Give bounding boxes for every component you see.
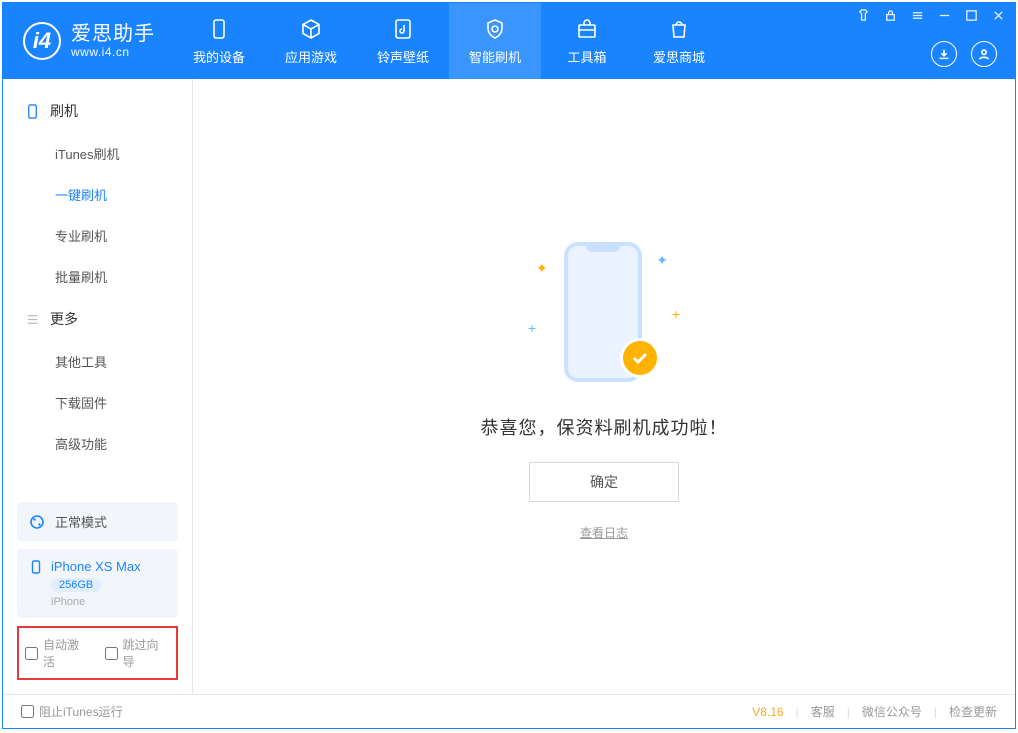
checkbox-auto-activate[interactable]: 自动激活 [25,636,91,670]
menu-icon[interactable] [911,9,924,25]
tab-my-device[interactable]: 我的设备 [173,3,265,79]
cube-icon [299,17,323,41]
device-mode[interactable]: 正常模式 [17,502,178,541]
logo: i4 爱思助手 www.i4.cn [3,3,173,79]
lock-icon[interactable] [884,9,897,25]
separator: | [796,705,799,719]
success-illustration: ✦ ✦ + + [514,232,694,392]
tab-label: 应用游戏 [285,47,337,66]
app-url: www.i4.cn [71,46,155,60]
nav-section-flash: 刷机 [3,89,192,133]
sparkle-icon: + [672,306,680,322]
device-type: iPhone [51,596,85,608]
main-content: ✦ ✦ + + 恭喜您，保资料刷机成功啦！ 确定 查看日志 [193,79,1015,694]
toolbox-icon [575,17,599,41]
customer-service-link[interactable]: 客服 [811,703,835,720]
device-phone-icon [29,560,43,574]
header-actions [931,41,997,67]
main-tabs: 我的设备 应用游戏 铃声壁纸 智能刷机 工具箱 爱思商城 [173,3,725,79]
sidebar-nav: 刷机 iTunes刷机 一键刷机 专业刷机 批量刷机 更多 其他工具 下载固件 … [3,79,192,464]
body: 刷机 iTunes刷机 一键刷机 专业刷机 批量刷机 更多 其他工具 下载固件 … [3,79,1015,694]
tab-toolbox[interactable]: 工具箱 [541,3,633,79]
success-message: 恭喜您，保资料刷机成功啦！ [481,414,728,440]
nav-item-batch-flash[interactable]: 批量刷机 [3,256,192,297]
separator: | [934,705,937,719]
device-name-label: iPhone XS Max [51,559,141,574]
maximize-button[interactable] [965,9,978,25]
tab-smart-flash[interactable]: 智能刷机 [449,3,541,79]
checkbox-label: 阻止iTunes运行 [39,703,123,720]
checkbox-label: 自动激活 [43,636,91,670]
version-label: V8.16 [752,705,783,719]
tab-label: 工具箱 [567,47,606,66]
tab-label: 爱思商城 [653,47,705,66]
shirt-icon[interactable] [857,9,870,25]
tab-store[interactable]: 爱思商城 [633,3,725,79]
mode-icon [29,514,45,530]
sidebar: 刷机 iTunes刷机 一键刷机 专业刷机 批量刷机 更多 其他工具 下载固件 … [3,79,193,694]
close-button[interactable] [992,9,1005,25]
app-window: i4 爱思助手 www.i4.cn 我的设备 应用游戏 铃声壁纸 智能刷机 [2,2,1016,729]
tab-ringtone-wallpaper[interactable]: 铃声壁纸 [357,3,449,79]
device-card[interactable]: iPhone XS Max 256GB iPhone [17,549,178,618]
tab-label: 我的设备 [193,47,245,66]
nav-item-itunes-flash[interactable]: iTunes刷机 [3,133,192,174]
ok-button[interactable]: 确定 [529,462,679,502]
nav-item-oneclick-flash[interactable]: 一键刷机 [3,174,192,215]
tab-apps-games[interactable]: 应用游戏 [265,3,357,79]
nav-item-download-firmware[interactable]: 下载固件 [3,382,192,423]
nav-section-label: 更多 [50,309,78,329]
device-capacity: 256GB [51,578,101,592]
flash-options: 自动激活 跳过向导 [17,626,178,680]
check-update-link[interactable]: 检查更新 [949,703,997,720]
user-button[interactable] [971,41,997,67]
sparkle-icon: + [528,320,536,336]
minimize-button[interactable] [938,9,951,25]
nav-section-more: 更多 [3,297,192,341]
download-button[interactable] [931,41,957,67]
phone-icon [25,104,40,119]
separator: | [847,705,850,719]
bag-icon [667,17,691,41]
logo-icon: i4 [23,22,61,60]
mode-label: 正常模式 [55,512,107,531]
nav-item-pro-flash[interactable]: 专业刷机 [3,215,192,256]
checkbox-block-itunes[interactable]: 阻止iTunes运行 [21,703,123,720]
music-file-icon [391,17,415,41]
nav-item-other-tools[interactable]: 其他工具 [3,341,192,382]
header: i4 爱思助手 www.i4.cn 我的设备 应用游戏 铃声壁纸 智能刷机 [3,3,1015,79]
app-title: 爱思助手 [71,23,155,46]
tab-label: 智能刷机 [469,47,521,66]
refresh-badge-icon [483,17,507,41]
sparkle-icon: ✦ [656,252,668,269]
view-log-link[interactable]: 查看日志 [580,524,628,541]
sparkle-icon: ✦ [536,260,548,277]
titlebar-controls [857,9,1005,25]
check-badge-icon [620,338,660,378]
checkbox-skip-wizard[interactable]: 跳过向导 [105,636,171,670]
tab-label: 铃声壁纸 [377,47,429,66]
wechat-link[interactable]: 微信公众号 [862,703,922,720]
footer: 阻止iTunes运行 V8.16 | 客服 | 微信公众号 | 检查更新 [3,694,1015,728]
nav-section-label: 刷机 [50,101,78,121]
device-icon [207,17,231,41]
list-icon [25,312,40,327]
checkbox-label: 跳过向导 [123,636,171,670]
nav-item-advanced[interactable]: 高级功能 [3,423,192,464]
